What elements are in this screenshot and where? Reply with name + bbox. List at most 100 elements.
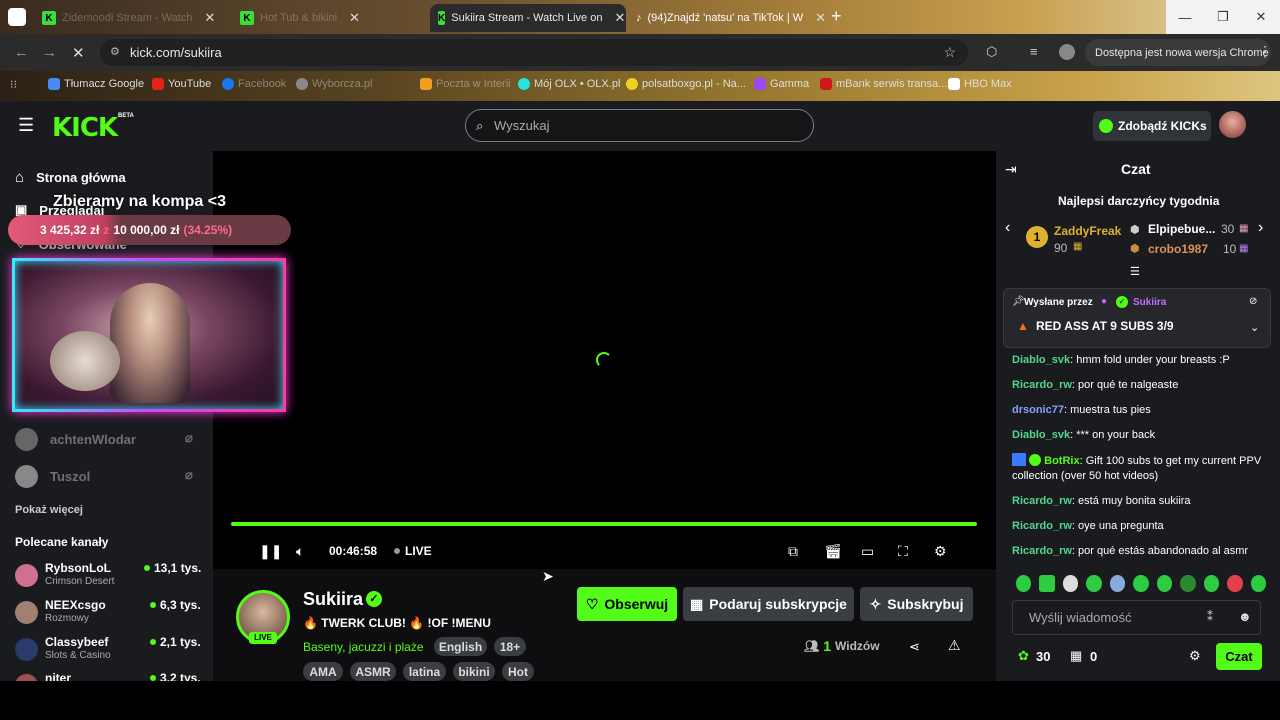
browser-tab-active[interactable]: K Sukiira Stream - Watch Live on ✕ — [430, 4, 626, 32]
hamburger-menu-icon[interactable]: ☰ — [18, 115, 34, 136]
video-progress-bar[interactable] — [231, 522, 977, 526]
emote-icon[interactable] — [1062, 575, 1079, 592]
bookmark-item[interactable]: Mój OLX • OLX.pl — [518, 78, 620, 90]
emote-icon[interactable] — [1203, 575, 1220, 592]
bookmark-item[interactable]: mBank serwis transa... — [820, 78, 947, 90]
gifter-name[interactable]: Elpipebue... — [1148, 222, 1215, 236]
show-more-link[interactable]: Pokaż więcej — [15, 504, 83, 516]
recommended-channel[interactable]: niter 3,2 tys. — [15, 671, 205, 681]
follow-button[interactable]: ♡ Obserwuj — [577, 587, 677, 621]
pause-icon[interactable]: ❚❚ — [259, 543, 282, 560]
get-kicks-button[interactable]: Zdobądź KICKs — [1093, 111, 1211, 141]
tag[interactable]: bikini — [453, 662, 495, 681]
kicks-balance[interactable]: 30 — [1036, 649, 1050, 664]
channel-name[interactable]: Sukiira — [303, 589, 363, 610]
recommended-channel[interactable]: NEEXcsgo Rozmowy 6,3 tys. — [15, 598, 205, 628]
tag[interactable]: Hot — [502, 662, 534, 681]
settings-icon[interactable]: ⚙ — [934, 543, 947, 560]
url-field[interactable]: ⚙ kick.com/sukiira ☆ — [100, 39, 968, 66]
tag[interactable]: English — [434, 637, 487, 656]
stream-category[interactable]: Baseny, jacuzzi i plaże — [303, 640, 424, 654]
chevron-down-icon[interactable]: ⌄ — [1250, 321, 1259, 334]
back-icon[interactable]: ← — [14, 44, 29, 61]
chevron-left-icon[interactable]: ‹ — [1005, 219, 1010, 237]
collapse-chat-icon[interactable]: ⇥ — [1005, 161, 1017, 178]
share-icon[interactable]: ⋖ — [909, 639, 920, 655]
restore-icon[interactable]: ❐ — [1204, 0, 1242, 34]
close-tab-icon[interactable]: ✕ — [349, 10, 360, 26]
gift-balance[interactable]: 0 — [1090, 649, 1097, 664]
close-tab-icon[interactable]: ✕ — [614, 10, 625, 26]
emote-icon[interactable] — [1039, 575, 1055, 592]
stop-loading-icon[interactable]: ✕ — [72, 44, 85, 62]
recommended-channel[interactable]: Classybeef Slots & Casino 2,1 tys. — [15, 635, 205, 665]
bookmark-item[interactable]: YouTube — [152, 78, 211, 90]
followed-channel[interactable]: achtenWlodar ⌀ — [15, 428, 193, 451]
minimize-icon[interactable]: — — [1166, 0, 1204, 34]
bookmark-item[interactable]: Poczta w Interii — [420, 78, 511, 90]
expand-icon[interactable]: ☰ — [1130, 265, 1140, 278]
tag[interactable]: latina — [403, 662, 446, 681]
emote-icon[interactable] — [1016, 575, 1032, 592]
forward-icon[interactable]: → — [42, 44, 57, 61]
site-info-icon[interactable]: ⚙ — [110, 45, 120, 58]
sidebar-item-home[interactable]: ⌂ Strona główna — [15, 169, 126, 186]
clip-icon[interactable]: 🎬︎ — [824, 543, 842, 560]
tag[interactable]: AMA — [303, 662, 343, 681]
send-chat-button[interactable]: Czat — [1216, 643, 1262, 670]
gifter-name[interactable]: ZaddyFreak — [1054, 224, 1121, 238]
bookmark-item[interactable]: polsatboxgo.pl - Na... — [626, 78, 746, 90]
bookmark-item[interactable]: Wyborcza.pl — [296, 78, 372, 90]
bookmark-item[interactable]: HBO Max — [948, 78, 1012, 90]
emote-icon[interactable] — [1086, 575, 1102, 592]
media-icon[interactable]: ≡ — [1030, 44, 1038, 59]
emote-icon[interactable] — [1133, 575, 1149, 592]
profile-avatar-icon[interactable] — [1059, 44, 1075, 60]
volume-icon[interactable]: 🔈︎ — [296, 543, 304, 560]
search-input[interactable]: ⌕ Wyszukaj — [465, 109, 814, 142]
chat-settings-icon[interactable]: ⚙ — [1189, 648, 1201, 664]
chrome-profile-icon[interactable] — [8, 8, 26, 26]
hide-icon[interactable]: ⊘ — [1249, 296, 1257, 307]
browser-tab-1[interactable]: K Zidemoodi Stream - Watch ✕ — [34, 4, 230, 32]
viewer-count: 👥︎ 1 Widzów — [804, 638, 880, 654]
new-tab-button[interactable]: + — [831, 6, 842, 27]
apps-icon[interactable]: ⁝⁝ — [10, 78, 17, 91]
emote-icon[interactable] — [1156, 575, 1173, 592]
miniplayer-icon[interactable]: ⧉ — [788, 543, 798, 560]
close-tab-icon[interactable]: ✕ — [815, 10, 824, 26]
bookmark-star-icon[interactable]: ☆ — [943, 44, 956, 61]
browser-tab-4[interactable]: ♪ (94)Znajdź 'natsu' na TikTok | W ✕ — [628, 4, 824, 32]
emote-icon[interactable] — [1109, 575, 1126, 592]
theater-mode-icon[interactable]: ▭ — [861, 543, 874, 560]
report-icon[interactable]: ⚠ — [948, 637, 961, 654]
browser-tab-2[interactable]: K Hot Tub & bikini ✕ — [232, 4, 428, 32]
menu-kebab-icon[interactable]: ⋮ — [1258, 43, 1272, 60]
recommended-channel[interactable]: RybsonLoL Crimson Desert 13,1 tys. — [15, 561, 205, 591]
emote-icon[interactable] — [1227, 575, 1243, 592]
bookmark-item[interactable]: Gamma — [754, 78, 809, 90]
chrome-update-button[interactable]: Dostępna jest nowa wersja Chrome — [1085, 39, 1271, 66]
extensions-icon[interactable]: ⬡ — [986, 44, 997, 60]
emoji-icon[interactable]: ☻ — [1238, 609, 1252, 624]
followed-channel[interactable]: Tuszol ⌀ — [15, 465, 193, 488]
bookmark-item[interactable]: Facebook — [222, 78, 286, 90]
live-indicator[interactable]: LIVE — [394, 544, 432, 558]
kick-logo[interactable]: KICK — [52, 113, 118, 143]
quick-emotes-icon[interactable]: ⁑ — [1207, 610, 1213, 624]
close-tab-icon[interactable]: ✕ — [204, 10, 215, 26]
emote-icon[interactable] — [1180, 575, 1196, 592]
subscribe-button[interactable]: ✧ Subskrybuj — [860, 587, 973, 621]
gift-subs-button[interactable]: ▦ Podaruj subskrypcje — [683, 587, 854, 621]
live-badge: LIVE — [249, 632, 277, 644]
user-avatar[interactable] — [1219, 111, 1246, 138]
emote-icon[interactable] — [1250, 575, 1266, 592]
bookmark-item[interactable]: Tłumacz Google — [48, 78, 144, 90]
chat-input[interactable]: Wyślij wiadomość ⁑ ☻ — [1012, 600, 1261, 635]
tag[interactable]: ASMR — [350, 662, 396, 681]
close-window-icon[interactable]: ✕ — [1242, 0, 1280, 34]
tag[interactable]: 18+ — [494, 637, 526, 656]
gifter-name[interactable]: crobo1987 — [1148, 242, 1208, 256]
chevron-right-icon[interactable]: › — [1258, 219, 1263, 237]
fullscreen-icon[interactable]: ⛶ — [898, 543, 908, 560]
